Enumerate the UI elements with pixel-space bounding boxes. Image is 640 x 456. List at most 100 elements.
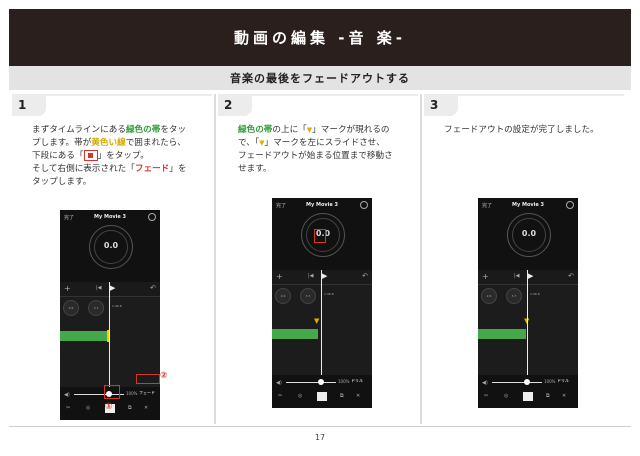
clip-thumb[interactable]: 2.6 — [63, 300, 79, 316]
step-text-line: そして右側に表示された「フェード」を — [32, 163, 210, 176]
play-icon[interactable]: ▶ — [528, 272, 533, 280]
playback-controls: + |◀ ▶ ↶ — [272, 270, 372, 285]
text-run: まずタイムラインにある — [32, 125, 126, 135]
text-run: 」を — [169, 164, 187, 174]
duplicate-icon[interactable]: ⧉ — [340, 393, 344, 399]
music-track[interactable] — [272, 329, 318, 339]
add-icon[interactable]: + — [482, 272, 489, 281]
timeline[interactable]: 2.6 3.7 1:46.8 ▼ — [272, 285, 372, 375]
skip-back-icon[interactable]: |◀ — [308, 273, 314, 279]
slider-knob[interactable] — [318, 379, 324, 385]
edit-toolbar: ◀) 100% ドリル ✂ ◎ ⧉ ✕ — [272, 375, 372, 408]
column-divider — [214, 94, 216, 424]
text-run: 黄色い線 — [91, 138, 126, 148]
project-title: My Movie 3 — [512, 202, 544, 208]
step-text-line: 緑色の帯の上に「▼」マークが現れるの — [238, 124, 416, 137]
clip-time: 1:46.8 — [112, 304, 122, 308]
music-track[interactable] — [478, 329, 526, 339]
step-text-line: せます。 — [238, 163, 416, 176]
step-rule — [252, 94, 418, 96]
delete-icon[interactable]: ✕ — [562, 393, 566, 399]
text-run: そして右側に表示された「 — [32, 164, 135, 174]
audio-tool-icon — [83, 150, 98, 161]
text-run: 緑色の帯 — [125, 125, 161, 135]
callout-one: ① — [105, 402, 113, 412]
text-run: 」をタップ。 — [97, 151, 149, 161]
help-icon[interactable] — [360, 201, 368, 209]
volume-slider[interactable] — [492, 382, 542, 383]
fade-button[interactable]: ドリル — [350, 378, 364, 384]
step-text-line: まずタイムラインにある緑色の帯をタッ — [32, 124, 210, 137]
add-icon[interactable]: + — [64, 284, 71, 293]
fade-button[interactable]: フェード — [138, 390, 156, 396]
duplicate-icon[interactable]: ⧉ — [128, 405, 132, 411]
duplicate-icon[interactable]: ⧉ — [546, 393, 550, 399]
skip-back-icon[interactable]: |◀ — [96, 285, 102, 291]
step-number: 3 — [424, 94, 458, 116]
speed-icon[interactable]: ◎ — [298, 393, 302, 399]
volume-slider[interactable] — [286, 382, 336, 383]
fade-marker-icon[interactable]: ▼ — [314, 317, 319, 325]
text-run: で、「 — [238, 138, 260, 148]
section-title: 音楽の最後をフェードアウトする — [9, 66, 631, 90]
step-panel-3: 3 フェードアウトの設定が完了しました。 完了 My Movie 3 0.0 +… — [424, 94, 624, 424]
help-icon[interactable] — [148, 213, 156, 221]
volume-dial[interactable]: 0.0 — [89, 225, 133, 269]
audio-tool-icon[interactable] — [317, 392, 327, 401]
undo-icon[interactable]: ↶ — [362, 272, 368, 280]
playback-controls: + |◀ ▶ ↶ — [478, 270, 578, 285]
add-icon[interactable]: + — [276, 272, 283, 281]
undo-icon[interactable]: ↶ — [150, 284, 156, 292]
clip-thumb[interactable]: 3.7 — [506, 288, 522, 304]
clip-time: 1:46.8 — [530, 292, 540, 296]
text-run: をタッ — [160, 125, 187, 135]
text-run: フェード — [134, 164, 170, 174]
step-text-line: フェードアウトが始まる位置まで移動さ — [238, 150, 416, 163]
slider-knob[interactable] — [524, 379, 530, 385]
fade-button[interactable]: ドリル — [556, 378, 570, 384]
text-run: フェードアウトが始まる位置まで移動さ — [238, 151, 393, 161]
split-icon[interactable]: ✂ — [484, 393, 488, 399]
timeline[interactable]: 2.6 3.7 1:46.8 ▼ — [478, 285, 578, 375]
speed-icon[interactable]: ◎ — [504, 393, 508, 399]
project-title: My Movie 3 — [94, 214, 126, 220]
undo-icon[interactable]: ↶ — [568, 272, 574, 280]
text-run: フェードアウトの設定が完了しました。 — [444, 125, 599, 135]
text-run: 下段にある「 — [32, 151, 84, 161]
footer-rule — [9, 426, 631, 427]
highlight-fade-button — [136, 374, 160, 384]
preview-area: 完了 My Movie 3 0.0 — [60, 210, 160, 282]
speed-icon[interactable]: ◎ — [86, 405, 90, 411]
music-track[interactable] — [60, 331, 108, 341]
help-icon[interactable] — [566, 201, 574, 209]
play-icon[interactable]: ▶ — [110, 284, 115, 292]
delete-icon[interactable]: ✕ — [356, 393, 360, 399]
clip-thumb[interactable]: 3.7 — [300, 288, 316, 304]
dial-value: 0.0 — [521, 229, 537, 238]
volume-percent: 100% — [544, 379, 556, 384]
step-rule — [458, 94, 624, 96]
audio-tool-icon[interactable] — [523, 392, 533, 401]
clip-thumb[interactable]: 3.7 — [88, 300, 104, 316]
highlight-fade-marker — [314, 229, 326, 243]
volume-dial[interactable]: 0.0 — [507, 213, 551, 257]
step-number: 2 — [218, 94, 252, 116]
clip-thumb[interactable]: 2.6 — [481, 288, 497, 304]
text-run: 」マークを左にスライドさせ、 — [264, 138, 385, 148]
playhead — [527, 270, 528, 375]
split-icon[interactable]: ✂ — [278, 393, 282, 399]
preview-area: 完了 My Movie 3 0.0 — [478, 198, 578, 270]
playhead — [321, 270, 322, 375]
step-number: 1 — [12, 94, 46, 116]
play-icon[interactable]: ▶ — [322, 272, 327, 280]
clip-thumb[interactable]: 2.6 — [275, 288, 291, 304]
delete-icon[interactable]: ✕ — [144, 405, 148, 411]
text-run: で囲まれたら、 — [125, 138, 186, 148]
text-run: タップします。 — [32, 177, 92, 187]
step-text-line: 下段にある「 」をタップ。 — [32, 150, 210, 163]
clip-time: 1:46.8 — [324, 292, 334, 296]
split-icon[interactable]: ✂ — [66, 405, 70, 411]
playback-controls: + |◀ ▶ ↶ — [60, 282, 160, 297]
skip-back-icon[interactable]: |◀ — [514, 273, 520, 279]
page-number: 17 — [314, 433, 326, 442]
